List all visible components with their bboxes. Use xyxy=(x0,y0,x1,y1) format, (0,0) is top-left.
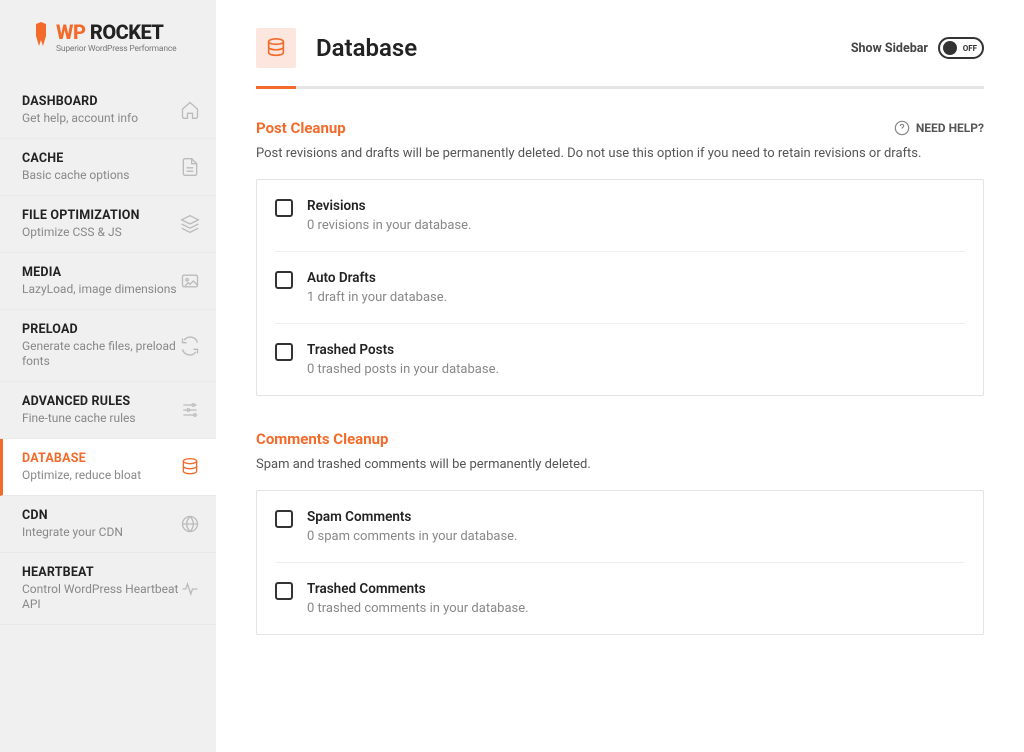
sidebar-item-dashboard[interactable]: DASHBOARD Get help, account info xyxy=(0,82,216,139)
logo-mark-icon xyxy=(32,22,50,52)
database-icon xyxy=(256,28,296,68)
option-checkbox[interactable] xyxy=(275,582,293,600)
nav-title: DATABASE xyxy=(22,451,141,466)
sidebar-item-cdn[interactable]: CDN Integrate your CDN xyxy=(0,496,216,553)
file-icon xyxy=(180,157,200,177)
main-content: Database Show Sidebar OFF Post Cleanup NE… xyxy=(216,0,1024,752)
page-title: Database xyxy=(316,34,831,62)
nav-title: CDN xyxy=(22,508,123,523)
option-desc: 0 revisions in your database. xyxy=(307,218,471,233)
nav-desc: Generate cache files, preload fonts xyxy=(22,339,180,369)
option-row: Revisions 0 revisions in your database. xyxy=(275,180,965,252)
option-title: Revisions xyxy=(307,198,471,214)
need-help-link[interactable]: NEED HELP? xyxy=(894,120,984,136)
logo: WP ROCKET Superior WordPress Performance xyxy=(32,22,198,54)
show-sidebar-toggle[interactable]: OFF xyxy=(938,37,984,59)
sidebar-item-cache[interactable]: CACHE Basic cache options xyxy=(0,139,216,196)
nav-desc: Basic cache options xyxy=(22,168,130,183)
options-box: Spam Comments 0 spam comments in your dat… xyxy=(256,490,984,635)
option-desc: 0 trashed comments in your database. xyxy=(307,601,529,616)
option-title: Trashed Comments xyxy=(307,581,529,597)
sidebar-item-media[interactable]: MEDIA LazyLoad, image dimensions xyxy=(0,253,216,310)
option-row: Spam Comments 0 spam comments in your dat… xyxy=(275,491,965,563)
logo-text: WP ROCKET xyxy=(56,22,163,42)
option-title: Spam Comments xyxy=(307,509,517,525)
nav-title: PRELOAD xyxy=(22,322,180,337)
nav-desc: Optimize CSS & JS xyxy=(22,225,140,240)
option-checkbox[interactable] xyxy=(275,510,293,528)
section-desc: Post revisions and drafts will be perman… xyxy=(256,145,984,163)
sidebar-item-preload[interactable]: PRELOAD Generate cache files, preload fon… xyxy=(0,310,216,382)
nav-desc: Integrate your CDN xyxy=(22,525,123,540)
option-checkbox[interactable] xyxy=(275,343,293,361)
logo-area: WP ROCKET Superior WordPress Performance xyxy=(0,0,216,82)
option-title: Auto Drafts xyxy=(307,270,447,286)
image-icon xyxy=(180,271,200,291)
nav-title: ADVANCED RULES xyxy=(22,394,136,409)
sliders-icon xyxy=(180,400,200,420)
option-row: Trashed Posts 0 trashed posts in your dat… xyxy=(275,324,965,395)
database-icon xyxy=(180,457,200,477)
option-title: Trashed Posts xyxy=(307,342,499,358)
nav-title: FILE OPTIMIZATION xyxy=(22,208,140,223)
section-title: Comments Cleanup xyxy=(256,430,388,448)
sidebar-toggle-group: Show Sidebar OFF xyxy=(851,37,984,59)
nav-desc: LazyLoad, image dimensions xyxy=(22,282,177,297)
option-row: Auto Drafts 1 draft in your database. xyxy=(275,252,965,324)
section-post-cleanup: Post Cleanup NEED HELP? Post revisions and… xyxy=(256,119,984,396)
section-desc: Spam and trashed comments will be perman… xyxy=(256,456,984,474)
nav-desc: Get help, account info xyxy=(22,111,138,126)
nav-title: HEARTBEAT xyxy=(22,565,180,580)
refresh-icon xyxy=(180,336,200,356)
nav-desc: Optimize, reduce bloat xyxy=(22,468,141,483)
logo-tagline: Superior WordPress Performance xyxy=(56,44,176,54)
home-icon xyxy=(180,100,200,120)
option-desc: 0 trashed posts in your database. xyxy=(307,362,499,377)
nav-title: CACHE xyxy=(22,151,130,166)
nav-desc: Control WordPress Heartbeat API xyxy=(22,582,180,612)
sidebar-item-heartbeat[interactable]: HEARTBEAT Control WordPress Heartbeat API xyxy=(0,553,216,625)
nav-title: MEDIA xyxy=(22,265,177,280)
tab-indicator xyxy=(256,86,984,89)
section-title: Post Cleanup xyxy=(256,119,346,137)
section-comments-cleanup: Comments Cleanup Spam and trashed comment… xyxy=(256,430,984,635)
nav-title: DASHBOARD xyxy=(22,94,138,109)
nav-desc: Fine-tune cache rules xyxy=(22,411,136,426)
heartbeat-icon xyxy=(180,579,200,599)
option-checkbox[interactable] xyxy=(275,271,293,289)
toggle-label: Show Sidebar xyxy=(851,41,928,56)
option-row: Trashed Comments 0 trashed comments in yo… xyxy=(275,563,965,634)
options-box: Revisions 0 revisions in your database. Au… xyxy=(256,179,984,396)
option-desc: 0 spam comments in your database. xyxy=(307,529,517,544)
sidebar-item-advanced-rules[interactable]: ADVANCED RULES Fine-tune cache rules xyxy=(0,382,216,439)
sidebar-item-file-optimization[interactable]: FILE OPTIMIZATION Optimize CSS & JS xyxy=(0,196,216,253)
globe-icon xyxy=(180,514,200,534)
sidebar: WP ROCKET Superior WordPress Performance… xyxy=(0,0,216,752)
page-header: Database Show Sidebar OFF xyxy=(256,28,984,86)
option-checkbox[interactable] xyxy=(275,199,293,217)
sidebar-item-database[interactable]: DATABASE Optimize, reduce bloat xyxy=(0,439,216,496)
layers-icon xyxy=(180,214,200,234)
option-desc: 1 draft in your database. xyxy=(307,290,447,305)
